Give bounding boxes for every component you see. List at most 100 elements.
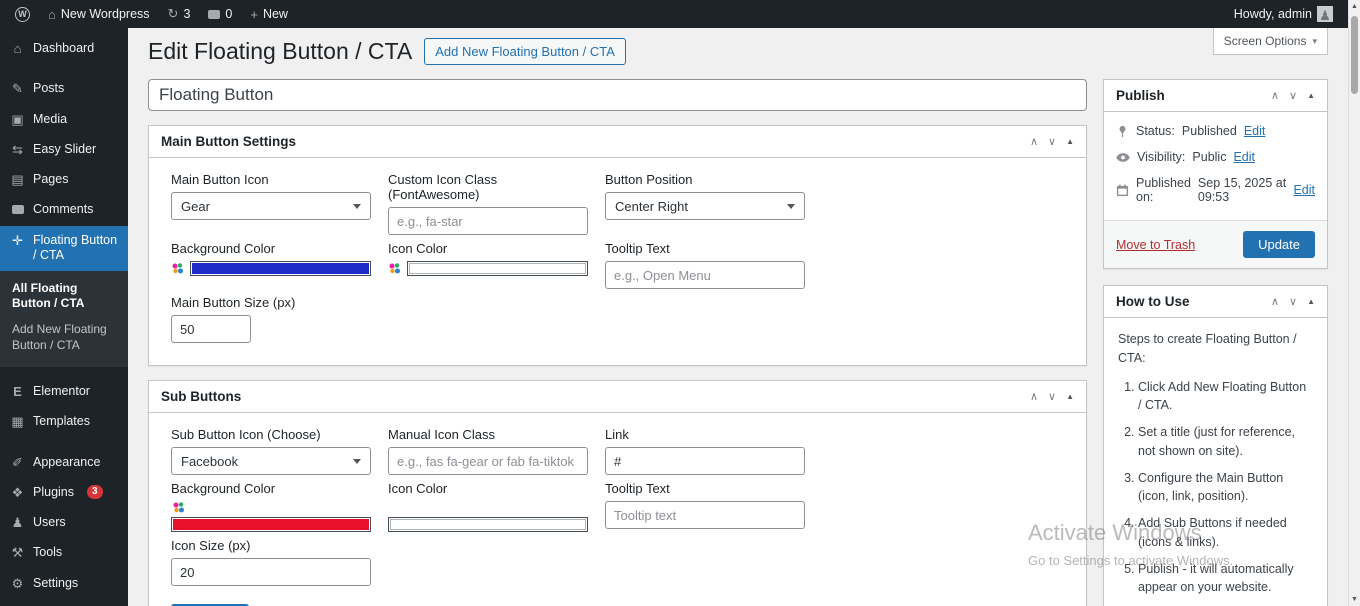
field-label: Manual Icon Class	[388, 427, 588, 442]
submenu-all-floating-buttons[interactable]: All Floating Button / CTA	[0, 276, 128, 317]
screen-options-tab[interactable]: Screen Options ▾	[1213, 28, 1328, 55]
toggle-panel-icon[interactable]: ▲	[1066, 137, 1074, 146]
users-icon: ♟	[10, 515, 25, 531]
published-label: Published on:	[1136, 176, 1191, 204]
sub-button-icon-select[interactable]: Facebook	[171, 447, 371, 475]
howdy-label: Howdy, admin	[1234, 7, 1312, 21]
sidebar-item-label: Posts	[33, 81, 64, 97]
sub-background-color-swatch[interactable]	[171, 517, 371, 532]
publish-box: Publish ∧ ∨ ▲ Statu	[1103, 79, 1328, 269]
icon-color-swatch[interactable]	[407, 261, 588, 276]
background-color-swatch[interactable]	[190, 261, 371, 276]
sub-buttons-header[interactable]: Sub Buttons ∧ ∨ ▲	[149, 381, 1086, 413]
sidebar-item-elementor[interactable]: E Elementor	[0, 377, 128, 407]
box-title: Publish	[1116, 88, 1165, 103]
appearance-icon: ✐	[10, 455, 25, 471]
move-down-icon[interactable]: ∨	[1048, 390, 1056, 403]
move-down-icon[interactable]: ∨	[1289, 89, 1297, 102]
publish-header[interactable]: Publish ∧ ∨ ▲	[1104, 80, 1327, 112]
vertical-scrollbar[interactable]: ▲ ▼	[1348, 0, 1360, 606]
sidebar-item-users[interactable]: ♟ Users	[0, 508, 128, 538]
sidebar-item-media[interactable]: ▣ Media	[0, 105, 128, 135]
how-to-use-header[interactable]: How to Use ∧ ∨ ▲	[1104, 286, 1327, 318]
move-up-icon[interactable]: ∧	[1030, 390, 1038, 403]
sub-button-link-input[interactable]	[605, 447, 805, 475]
move-down-icon[interactable]: ∨	[1289, 295, 1297, 308]
site-name-menu[interactable]: ⌂ New Wordpress	[39, 0, 159, 28]
main-button-settings-header[interactable]: Main Button Settings ∧ ∨ ▲	[149, 126, 1086, 158]
field-label: Tooltip Text	[605, 481, 805, 496]
box-handle: ∧ ∨ ▲	[1271, 295, 1315, 308]
field-label: Icon Color	[388, 481, 588, 496]
updates-count: 3	[183, 7, 190, 21]
admin-bar: W ⌂ New Wordpress ↻ 3 0 + New Howdy, adm…	[0, 0, 1348, 28]
page-head: Edit Floating Button / CTA Add New Float…	[148, 38, 1328, 65]
selected-value: Facebook	[181, 454, 238, 469]
box-title: Main Button Settings	[161, 134, 296, 149]
sidebar-item-comments[interactable]: Comments	[0, 195, 128, 225]
settings-icon: ⚙	[10, 576, 25, 592]
sidebar-item-dashboard[interactable]: ⌂ Dashboard	[0, 34, 128, 64]
edit-date-link[interactable]: Edit	[1293, 183, 1315, 197]
sub-icon-color-swatch[interactable]	[388, 517, 588, 532]
box-title: How to Use	[1116, 294, 1190, 309]
sidebar-item-appearance[interactable]: ✐ Appearance	[0, 448, 128, 478]
edit-visibility-link[interactable]: Edit	[1233, 150, 1255, 164]
update-button[interactable]: Update	[1243, 231, 1315, 258]
move-down-icon[interactable]: ∨	[1048, 135, 1056, 148]
sub-tooltip-text-input[interactable]	[605, 501, 805, 529]
comments-menu[interactable]: 0	[199, 0, 241, 28]
scroll-down-icon[interactable]: ▼	[1349, 596, 1360, 603]
sidebar-item-label: Appearance	[33, 455, 100, 471]
tooltip-text-input[interactable]	[605, 261, 805, 289]
howto-step: Publish - it will automatically appear o…	[1138, 560, 1313, 598]
updates-menu[interactable]: ↻ 3	[159, 0, 200, 28]
field-label: Main Button Size (px)	[171, 295, 371, 310]
posts-icon: ✎	[10, 81, 25, 97]
edit-status-link[interactable]: Edit	[1244, 124, 1266, 138]
wordpress-menu[interactable]: W	[6, 0, 39, 28]
button-position-select[interactable]: Center Right	[605, 192, 805, 220]
main-button-icon-select[interactable]: Gear	[171, 192, 371, 220]
side-column: Publish ∧ ∨ ▲ Statu	[1103, 79, 1328, 606]
manual-icon-class-input[interactable]	[388, 447, 588, 475]
sub-icon-size-input[interactable]	[171, 558, 371, 586]
visibility-label: Visibility:	[1137, 150, 1185, 164]
toggle-panel-icon[interactable]: ▲	[1307, 91, 1315, 100]
slider-icon: ⇆	[10, 142, 25, 158]
main-button-size-input[interactable]	[171, 315, 251, 343]
sidebar-item-tools[interactable]: ⚒ Tools	[0, 538, 128, 568]
comments-count: 0	[225, 7, 232, 21]
post-title-input[interactable]	[148, 79, 1087, 111]
submenu-add-new-floating-button[interactable]: Add New Floating Button / CTA	[0, 317, 128, 358]
color-picker-icon[interactable]	[171, 262, 184, 275]
scroll-up-icon[interactable]: ▲	[1349, 3, 1360, 10]
dashboard-icon: ⌂	[10, 41, 25, 57]
color-picker-icon[interactable]	[388, 262, 401, 275]
new-content-menu[interactable]: + New	[241, 0, 297, 28]
sidebar-item-pages[interactable]: ▤ Pages	[0, 165, 128, 195]
howto-step: Click Add New Floating Button / CTA.	[1138, 378, 1313, 416]
publish-body: Status: Published Edit Visibility: Publi…	[1104, 112, 1327, 220]
move-up-icon[interactable]: ∧	[1271, 295, 1279, 308]
move-up-icon[interactable]: ∧	[1271, 89, 1279, 102]
sidebar-item-settings[interactable]: ⚙ Settings	[0, 569, 128, 599]
sidebar-item-posts[interactable]: ✎ Posts	[0, 74, 128, 104]
scrollbar-thumb[interactable]	[1351, 16, 1358, 94]
sidebar-item-label: Pages	[33, 172, 68, 188]
color-picker-icon[interactable]	[172, 501, 185, 514]
toggle-panel-icon[interactable]: ▲	[1307, 297, 1315, 306]
sidebar-item-label: Easy Slider	[33, 142, 96, 158]
move-to-trash-link[interactable]: Move to Trash	[1116, 238, 1195, 252]
move-up-icon[interactable]: ∧	[1030, 135, 1038, 148]
sidebar-item-templates[interactable]: ▦ Templates	[0, 407, 128, 437]
sidebar-item-plugins[interactable]: ❖ Plugins 3	[0, 478, 128, 508]
comments-bubble-icon	[208, 10, 220, 19]
custom-icon-class-input[interactable]	[388, 207, 588, 235]
toggle-panel-icon[interactable]: ▲	[1066, 392, 1074, 401]
sidebar-item-floating-button-cta[interactable]: ✛ Floating Button / CTA	[0, 226, 128, 271]
add-new-button[interactable]: Add New Floating Button / CTA	[424, 38, 626, 65]
sidebar-item-easy-slider[interactable]: ⇆ Easy Slider	[0, 135, 128, 165]
howto-intro: Steps to create Floating Button / CTA:	[1118, 330, 1313, 368]
my-account-menu[interactable]: Howdy, admin ♟	[1225, 0, 1342, 28]
